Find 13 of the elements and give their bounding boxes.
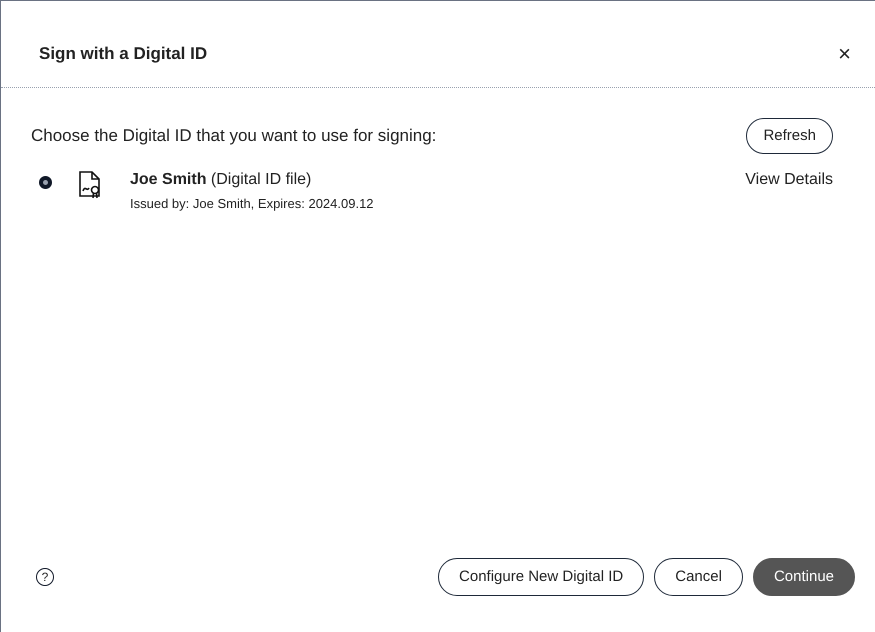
dialog-button[interactable]: Cancel [654, 558, 743, 596]
digital-id-details: Issued by: Joe Smith, Expires: 2024.09.12 [130, 195, 375, 213]
certificate-file-icon [78, 170, 102, 200]
close-button[interactable]: × [834, 42, 855, 65]
dialog-button[interactable]: Configure New Digital ID [438, 558, 644, 596]
dialog-title: Sign with a Digital ID [39, 43, 208, 65]
help-icon[interactable]: ? [36, 568, 54, 586]
instruction-text: Choose the Digital ID that you want to use for signing: [31, 125, 436, 147]
refresh-button[interactable]: Refresh [746, 118, 833, 154]
digital-id-name: Joe Smith (Digital ID file) [130, 170, 312, 190]
continue-button[interactable]: Continue [752, 558, 855, 596]
radio-button[interactable] [39, 176, 52, 189]
view-details-link[interactable]: View Details [745, 168, 833, 192]
